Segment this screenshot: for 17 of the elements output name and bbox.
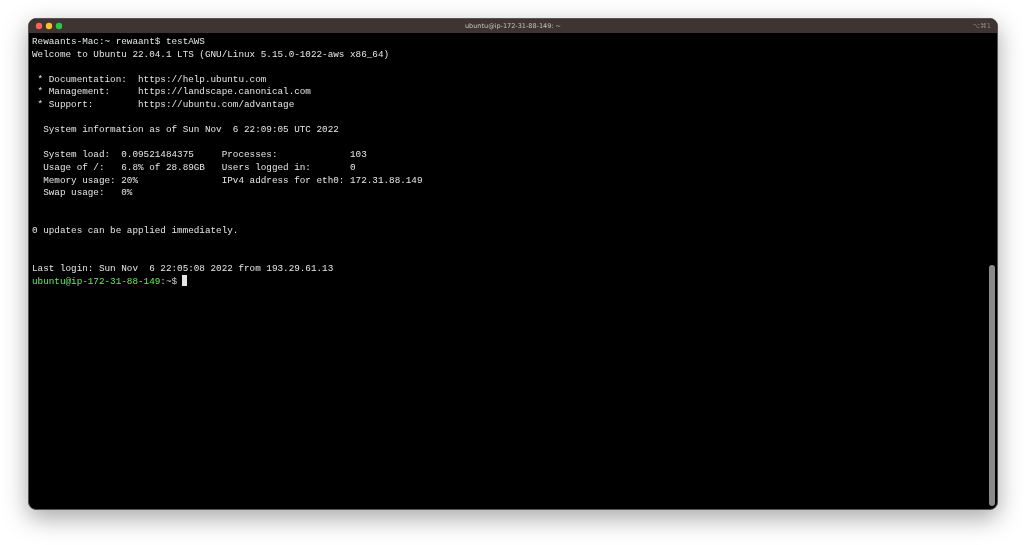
scrollbar-thumb[interactable] [989,265,995,506]
terminal-line: * Documentation: https://help.ubuntu.com [36,73,267,85]
terminal-line: Rewaants-Mac:~ rewaant$ testAWS [32,36,205,47]
terminal-line: Swap usage: 0% [42,187,133,199]
terminal-line: * Management: https://landscape.canonical.com [36,86,311,98]
window-controls-icon[interactable] [35,22,65,30]
prompt-path: :~$ [160,276,178,288]
terminal-line: * Support: https://ubuntu.com/advantage [36,98,295,110]
terminal-line: 0 updates can be applied immediately. [32,224,239,236]
terminal-line: Usage of /: 6.8% of 28.89GB Users logged in: 0 [42,161,356,173]
terminal-line: Memory usage: 20% IPv4 address for eth0: 172.31.88.149 [42,174,423,186]
terminal-line: System load: 0.09521484375 Processes: 103 [42,149,367,161]
text-cursor [182,275,188,287]
terminal-line: Welcome to Ubuntu 22.04.1 LTS (GNU/Linux 5.15.0-1022-aws x86_64) [32,48,390,60]
terminal-line: Last login: Sun Nov 6 22:05:08 2022 from 193.29.61.13 [32,262,334,274]
terminal-line: System information as of Sun Nov 6 22:09:05 UTC 2022 [42,124,339,136]
prompt-user: ubuntu@ip-172-31-88-149 [32,276,161,288]
